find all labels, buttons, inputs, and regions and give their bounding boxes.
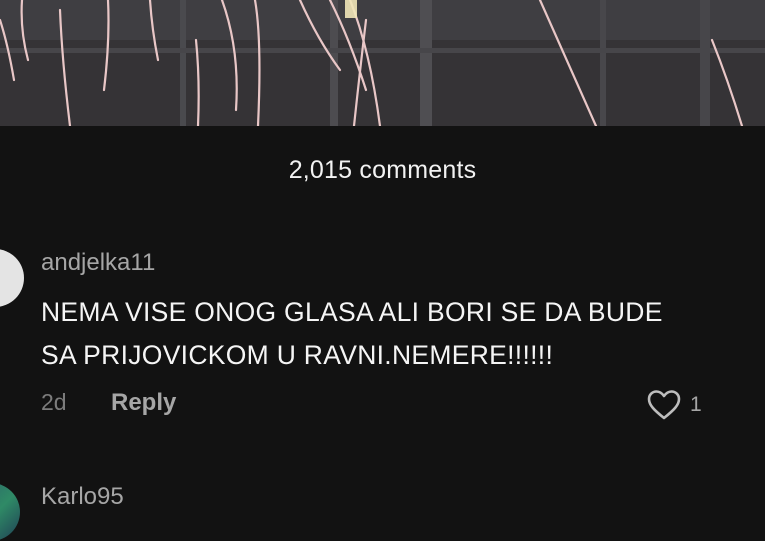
comment-text-line: SA PRIJOVICKOM U RAVNI.NEMERE!!!!!! [41, 340, 554, 370]
comment-timestamp: 2d [41, 389, 67, 415]
avatar[interactable] [0, 483, 20, 541]
comments-count: 2,015 comments [288, 156, 477, 184]
comment-username[interactable]: andjelka11 [41, 249, 155, 277]
comment-text: NEMA VISE ONOG GLASA ALI BORI SE DA BUDE… [41, 291, 765, 377]
comment-text-line: NEMA VISE ONOG GLASA ALI BORI SE DA BUDE [41, 297, 663, 327]
reply-button[interactable]: Reply [111, 389, 176, 417]
heart-outline-icon [647, 390, 681, 420]
video-frame-image [0, 0, 765, 126]
comment-meta: 2d Reply 1 [41, 389, 741, 421]
comments-panel: 2,015 comments andjelka11 NEMA VISE ONOG… [0, 126, 765, 541]
video-preview[interactable] [0, 0, 765, 126]
comment-item: Karlo95 [0, 483, 765, 541]
like-count: 1 [690, 393, 702, 416]
comment-username[interactable]: Karlo95 [41, 483, 124, 511]
like-button[interactable]: 1 [646, 389, 702, 421]
comment-item: andjelka11 NEMA VISE ONOG GLASA ALI BORI… [0, 249, 765, 439]
avatar[interactable] [0, 249, 24, 307]
